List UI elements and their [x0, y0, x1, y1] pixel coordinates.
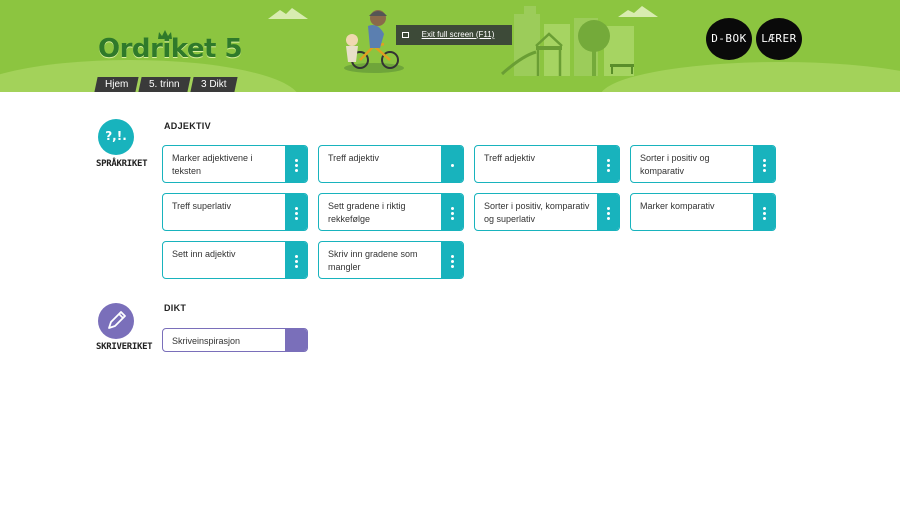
section-caption: SKRIVERIKET: [96, 342, 153, 352]
more-options-icon[interactable]: [753, 146, 775, 182]
header-banner: Ordriket 5 Hjem 5. trinn 3 Dikt Exit ful…: [0, 0, 900, 92]
breadcrumb-item-home[interactable]: Hjem: [94, 77, 139, 92]
cloud-icon: [268, 8, 308, 19]
sprakriket-badge: ?,!.: [98, 119, 134, 155]
more-options-icon[interactable]: [441, 242, 463, 278]
more-options-icon[interactable]: [597, 146, 619, 182]
breadcrumb-item-chapter[interactable]: 3 Dikt: [190, 77, 238, 92]
exercise-label: Sett inn adjektiv: [172, 249, 236, 259]
more-options-icon[interactable]: [441, 146, 463, 182]
exercise-card[interactable]: Marker adjektivene i teksten: [162, 145, 308, 183]
pencil-icon: [108, 311, 126, 329]
app-logo[interactable]: Ordriket 5: [98, 34, 243, 64]
section-caption: SPRÅKRIKET: [96, 159, 148, 169]
fullscreen-icon: [402, 32, 409, 38]
exercise-card[interactable]: Sett inn adjektiv: [162, 241, 308, 279]
exercise-label: Sorter i positiv og komparativ: [640, 153, 710, 176]
exercise-card[interactable]: Treff superlativ: [162, 193, 308, 231]
exercise-label: Skriv inn gradene som mangler: [328, 249, 418, 272]
exercise-label: Treff adjektiv: [328, 153, 380, 163]
exercise-card[interactable]: Sorter i positiv og komparativ: [630, 145, 776, 183]
exercise-label: Sett gradene i riktig rekkefølge: [328, 201, 406, 224]
exercise-label: Marker komparativ: [640, 201, 715, 211]
exercise-label: Treff superlativ: [172, 201, 232, 211]
exit-fullscreen-button[interactable]: Exit full screen (F11): [396, 25, 512, 45]
exercise-label: Treff adjektiv: [484, 153, 536, 163]
more-options-icon[interactable]: [285, 194, 307, 230]
more-options-button[interactable]: [285, 329, 307, 351]
punctuation-icon: ?,!.: [105, 129, 127, 143]
section-title: ADJEKTIV: [164, 121, 211, 131]
teacher-button[interactable]: LÆRER: [756, 18, 802, 60]
hill-decoration: [600, 62, 900, 92]
dbok-button[interactable]: D-BOK: [706, 18, 752, 60]
more-options-icon[interactable]: [285, 146, 307, 182]
exercise-card[interactable]: Skriveinspirasjon: [162, 328, 308, 352]
exercise-card[interactable]: Treff adjektiv: [318, 145, 464, 183]
more-options-icon[interactable]: [597, 194, 619, 230]
exercise-label: Skriveinspirasjon: [172, 336, 241, 346]
park-illustration: [500, 6, 634, 76]
exercise-card[interactable]: Sorter i positiv, komparativ og superlat…: [474, 193, 620, 231]
more-options-icon[interactable]: [285, 242, 307, 278]
breadcrumb: Hjem 5. trinn 3 Dikt: [94, 77, 238, 92]
exercise-card[interactable]: Treff adjektiv: [474, 145, 620, 183]
section-title: DIKT: [164, 303, 187, 313]
skriveriket-badge: [98, 303, 134, 339]
exercise-label: Sorter i positiv, komparativ og superlat…: [484, 201, 590, 224]
more-options-icon[interactable]: [753, 194, 775, 230]
exercise-label: Marker adjektivene i teksten: [172, 153, 253, 176]
more-options-icon[interactable]: [441, 194, 463, 230]
exercise-card[interactable]: Marker komparativ: [630, 193, 776, 231]
exercise-card[interactable]: Skriv inn gradene som mangler: [318, 241, 464, 279]
exercise-card[interactable]: Sett gradene i riktig rekkefølge: [318, 193, 464, 231]
breadcrumb-item-grade[interactable]: 5. trinn: [138, 77, 191, 92]
